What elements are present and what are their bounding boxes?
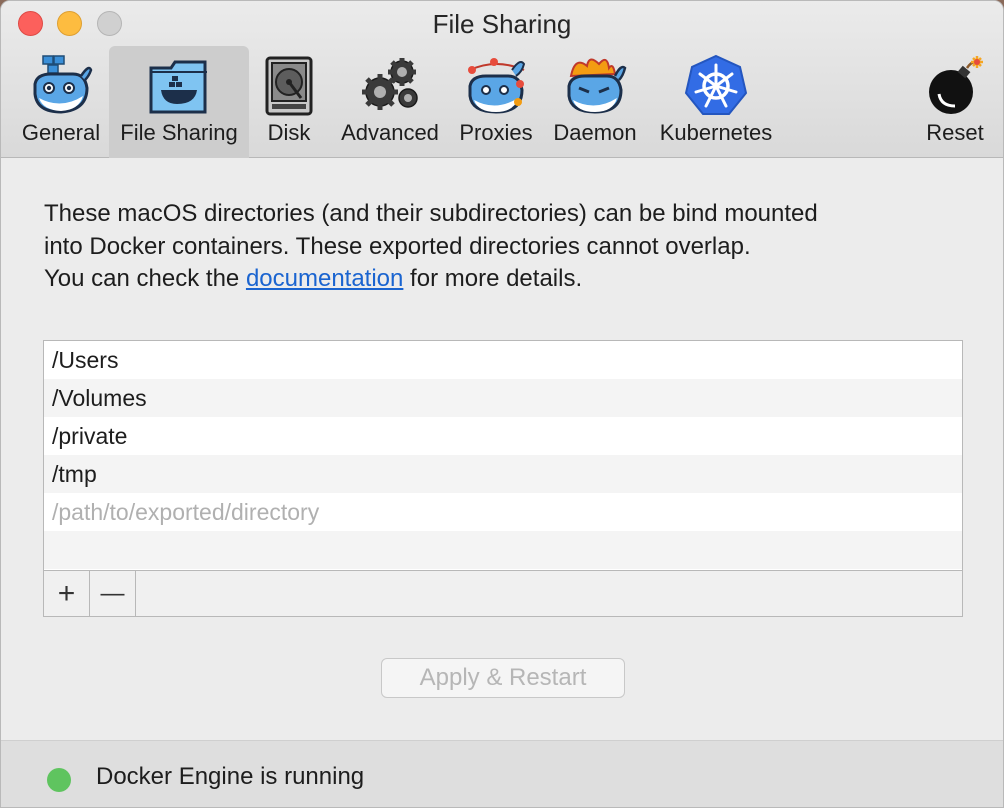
tab-kubernetes-label: Kubernetes	[659, 120, 773, 145]
window-title: File Sharing	[432, 9, 572, 39]
list-item[interactable]: /tmp	[44, 455, 962, 493]
status-indicator-icon	[47, 768, 71, 792]
new-directory-field[interactable]: /path/to/exported/directory	[44, 493, 962, 531]
description-line-2: into Docker containers. These exported d…	[44, 232, 751, 260]
tab-proxies[interactable]: Proxies	[451, 46, 541, 158]
tab-file-sharing-label: File Sharing	[120, 120, 238, 145]
tab-reset[interactable]: Reset	[917, 46, 993, 158]
description-line-1: These macOS directories (and their subdi…	[44, 200, 818, 227]
list-item[interactable]: /Volumes	[44, 379, 962, 417]
folder-whale-icon	[149, 60, 207, 114]
description-line-3-suffix: for more details.	[403, 265, 583, 292]
apply-restart-button[interactable]: Apply & Restart	[381, 658, 625, 698]
kubernetes-helm-icon	[684, 54, 748, 115]
disk-drive-icon	[265, 56, 313, 116]
description-line-3: You can check the documentation for more…	[44, 263, 964, 296]
tab-kubernetes[interactable]: Kubernetes	[653, 46, 779, 158]
list-item[interactable]: /Users	[44, 341, 962, 379]
tab-advanced[interactable]: Advanced	[335, 46, 445, 158]
gears-icon	[362, 58, 418, 110]
whale-general-icon	[33, 55, 93, 114]
whale-fire-icon	[567, 58, 627, 114]
add-directory-button[interactable]: +	[44, 571, 90, 616]
tab-advanced-label: Advanced	[341, 120, 439, 145]
list-item[interactable]: /private	[44, 417, 962, 455]
whale-network-icon	[468, 58, 526, 114]
tab-proxies-label: Proxies	[459, 120, 533, 145]
status-bar: Docker Engine is running	[1, 740, 1003, 807]
tab-daemon[interactable]: Daemon	[547, 46, 643, 158]
description-text: These macOS directories (and their subdi…	[44, 198, 964, 296]
preferences-window: File Sharing General File Sharing Disk A…	[0, 0, 1004, 808]
tab-reset-label: Reset	[926, 120, 984, 145]
shared-directories-list: /Users /Volumes /private /tmp /path/to/e…	[43, 340, 963, 617]
title-bar: File Sharing General File Sharing Disk A…	[1, 1, 1003, 158]
tab-file-sharing[interactable]: File Sharing	[109, 46, 249, 158]
list-toolbar: + —	[44, 570, 962, 616]
status-text: Docker Engine is running	[96, 763, 365, 790]
tab-disk-label: Disk	[267, 120, 311, 145]
tab-general[interactable]: General	[15, 46, 107, 158]
tab-disk[interactable]: Disk	[255, 46, 323, 158]
tab-daemon-label: Daemon	[553, 120, 637, 145]
tab-general-label: General	[21, 120, 101, 145]
empty-list-row	[44, 531, 962, 569]
remove-directory-button[interactable]: —	[90, 571, 136, 616]
bomb-icon	[929, 56, 983, 114]
description-line-3-prefix: You can check the	[44, 265, 246, 292]
documentation-link[interactable]: documentation	[246, 265, 403, 292]
